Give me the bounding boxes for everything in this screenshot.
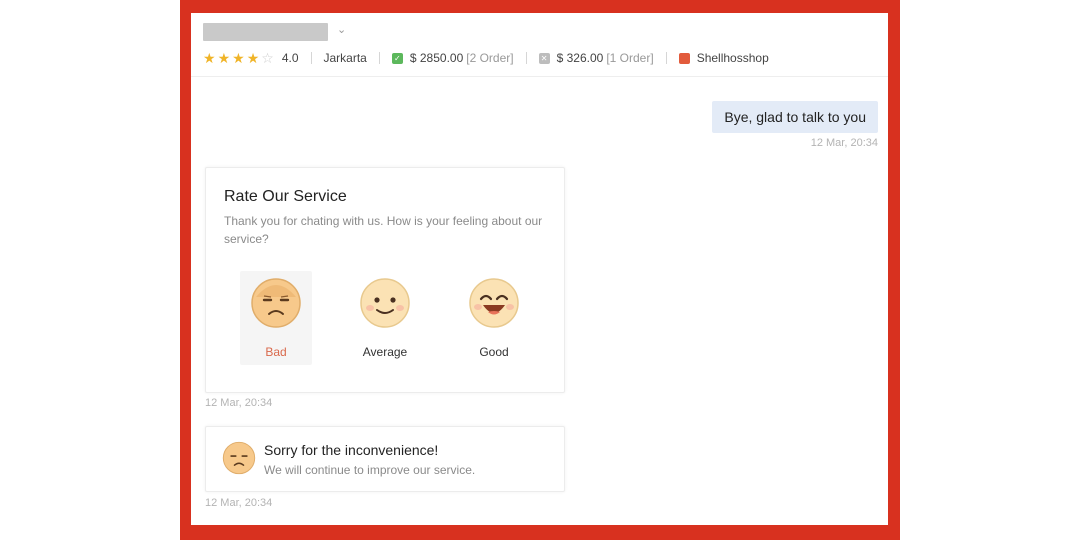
rate-card-title: Rate Our Service [224, 188, 347, 205]
star-icon: ★ [246, 50, 260, 66]
customer-name-redacted[interactable] [203, 23, 328, 41]
chevron-down-icon[interactable]: ⌄ [337, 23, 346, 36]
rating-value: 4.0 [281, 51, 299, 65]
rating-option-label: Good [479, 345, 509, 359]
rating-option-bad[interactable]: Bad [240, 271, 312, 365]
divider [525, 52, 527, 64]
divider [378, 52, 380, 64]
paid-amount: $ 2850.00 [409, 51, 464, 65]
message-timestamp: 12 Mar, 20:34 [205, 497, 273, 509]
close-icon: ✕ [538, 52, 550, 64]
average-face-icon [360, 278, 410, 328]
customer-info-bar: ★ ★ ★ ★ ☆ 4.0 Jarkarta ✓ $ 2850.00 [2 Or… [203, 49, 769, 67]
message-timestamp: 12 Mar, 20:34 [810, 137, 878, 149]
sorry-card: Sorry for the inconvenience! We will con… [205, 426, 565, 492]
shop-icon [678, 52, 690, 64]
rate-card-subtitle: Thank you for chating with us. How is yo… [224, 214, 543, 246]
checkmark-icon: ✓ [391, 52, 403, 64]
divider [665, 52, 667, 64]
star-icon: ★ [203, 50, 216, 66]
star-icon: ★ [217, 50, 231, 66]
shop-name[interactable]: Shellhosshop [697, 51, 769, 65]
rating-option-label: Bad [265, 345, 287, 359]
sorry-subtitle: We will continue to improve our service. [264, 463, 476, 477]
chat-window: ⌄ ★ ★ ★ ★ ☆ 4.0 Jarkarta ✓ $ 2850.00 [2 … [191, 13, 888, 525]
rating-option-good[interactable]: Good [458, 271, 530, 365]
rate-service-card: Rate Our Service Thank you for chating w… [205, 167, 565, 393]
sorry-title: Sorry for the inconvenience! [264, 442, 439, 458]
message-timestamp: 12 Mar, 20:34 [205, 397, 273, 409]
rating-stars: ★ ★ ★ ★ ☆ [203, 51, 274, 65]
outgoing-message: Bye, glad to talk to you [712, 101, 878, 133]
other-orders[interactable]: [1 Order] [606, 51, 653, 65]
rating-option-average[interactable]: Average [349, 271, 421, 365]
location: Jarkarta [323, 51, 367, 65]
good-face-icon [469, 278, 519, 328]
bad-face-icon [251, 278, 301, 328]
bad-face-icon [222, 441, 256, 475]
rating-option-label: Average [362, 345, 408, 359]
star-empty-icon: ☆ [261, 50, 274, 66]
header-divider [191, 76, 888, 77]
paid-orders[interactable]: [2 Order] [466, 51, 513, 65]
other-amount: $ 326.00 [556, 51, 604, 65]
star-icon: ★ [232, 50, 245, 66]
divider [310, 52, 312, 64]
